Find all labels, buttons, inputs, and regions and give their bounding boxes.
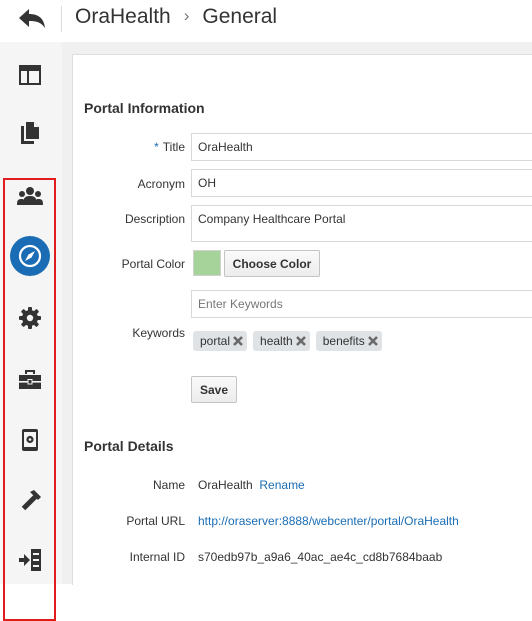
portal-details-heading: Portal Details	[84, 438, 174, 454]
portal-name-value: OraHealth	[198, 478, 253, 492]
header-divider	[61, 6, 62, 32]
keyword-chip: health	[253, 331, 310, 351]
keyword-chip-label: health	[260, 334, 293, 348]
keyword-chips: portal health benefits	[193, 331, 382, 351]
sidebar-item-tools[interactable]	[10, 360, 50, 400]
breadcrumb-portal[interactable]: OraHealth	[75, 5, 171, 28]
back-arrow-icon	[19, 9, 45, 28]
toolbox-icon	[19, 370, 41, 389]
name-value-row: OraHealth Rename	[198, 478, 305, 492]
pages-icon	[21, 122, 39, 144]
members-icon	[17, 187, 43, 205]
sidebar	[0, 42, 62, 621]
portal-information-heading: Portal Information	[84, 100, 205, 116]
layout-icon	[19, 65, 41, 85]
compass-icon	[18, 244, 42, 268]
rename-link[interactable]: Rename	[259, 478, 304, 492]
main-content: Portal Information *Title Acronym Descri…	[62, 42, 532, 585]
acronym-input[interactable]	[191, 169, 532, 197]
back-button[interactable]	[14, 6, 48, 32]
breadcrumb-current: General	[202, 5, 278, 28]
sidebar-item-settings[interactable]	[10, 298, 50, 338]
name-label: Name	[152, 478, 185, 492]
sidebar-item-device-settings[interactable]	[10, 420, 50, 460]
keyword-chip-label: portal	[200, 334, 231, 348]
header-bar: OraHealth › General	[0, 0, 532, 42]
keywords-input[interactable]	[191, 290, 532, 318]
description-textarea[interactable]: Company Healthcare Portal	[191, 205, 532, 242]
sidebar-item-pages[interactable]	[10, 113, 50, 153]
internal-id-label: Internal ID	[129, 550, 185, 564]
portal-color-swatch[interactable]	[193, 250, 221, 276]
keyword-chip: portal	[193, 331, 248, 351]
sidebar-item-layout[interactable]	[10, 55, 50, 95]
portal-color-label: Portal Color	[121, 257, 185, 271]
portal-url-label: Portal URL	[126, 514, 185, 528]
settings-panel: Portal Information *Title Acronym Descri…	[72, 54, 532, 585]
acronym-label: Acronym	[137, 177, 185, 191]
description-label: Description	[124, 212, 185, 226]
title-label-text: Title	[162, 140, 185, 154]
portal-url-link[interactable]: http://oraserver:8888/webcenter/portal/O…	[198, 514, 459, 528]
title-label: * Title	[85, 140, 185, 154]
sidebar-item-build[interactable]	[10, 480, 50, 520]
remove-keyword-icon[interactable]	[294, 334, 308, 348]
required-marker: *	[154, 140, 159, 154]
remove-keyword-icon[interactable]	[231, 334, 245, 348]
device-settings-icon	[22, 429, 38, 451]
save-button[interactable]: Save	[191, 376, 237, 403]
breadcrumb-chevron-icon: ›	[183, 6, 190, 25]
remove-keyword-icon[interactable]	[366, 334, 380, 348]
keyword-chip-label: benefits	[322, 334, 365, 348]
choose-color-button[interactable]: Choose Color	[224, 250, 320, 277]
sidebar-item-members[interactable]	[10, 176, 50, 216]
breadcrumb: OraHealth › General	[75, 5, 277, 29]
sidebar-item-navigation[interactable]	[10, 236, 50, 276]
sidebar-item-exit[interactable]	[10, 540, 50, 580]
keywords-label: Keywords	[132, 326, 185, 340]
gear-icon	[19, 307, 41, 329]
title-input[interactable]	[191, 133, 532, 161]
internal-id-value: s70edb97b_a9a6_40ac_ae4c_cd8b7684baab	[198, 550, 443, 564]
keyword-chip: benefits	[315, 331, 382, 351]
exit-icon	[19, 549, 41, 571]
hammer-icon	[21, 490, 41, 511]
